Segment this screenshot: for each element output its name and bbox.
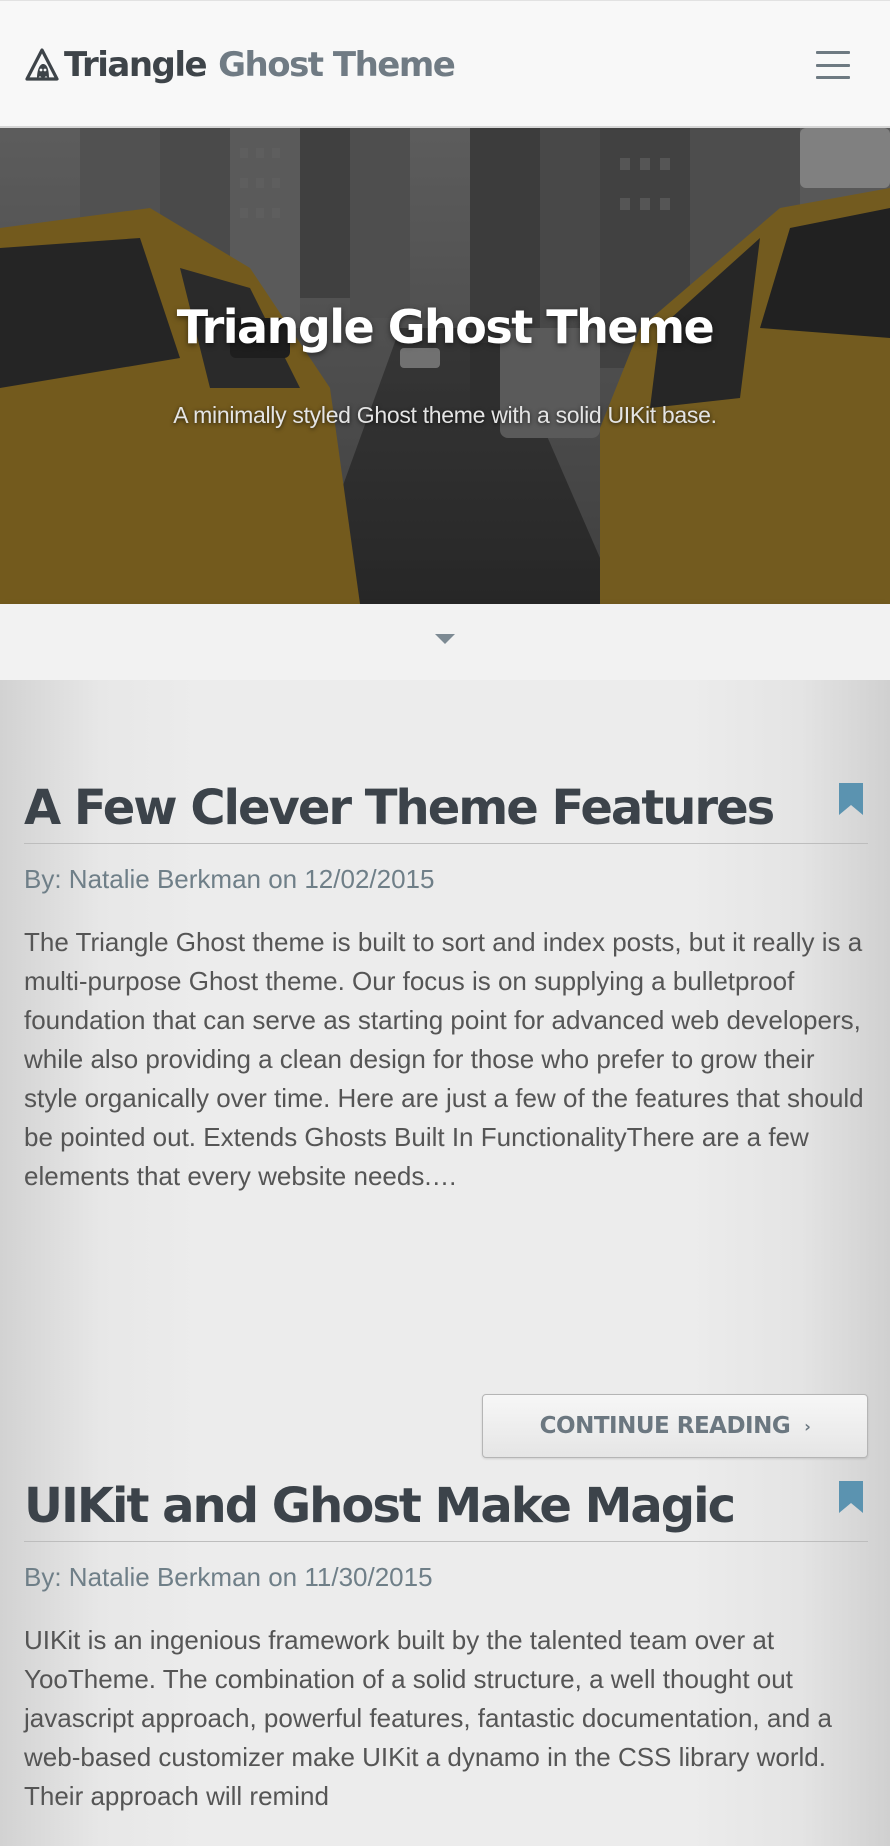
brand-secondary-text: Ghost Theme [218, 45, 456, 85]
scroll-down-bar [0, 604, 890, 680]
post-excerpt: UIKit is an ingenious framework built by… [24, 1625, 832, 1811]
hero-banner: Triangle Ghost Theme A minimally styled … [0, 128, 890, 604]
triangle-ghost-logo-icon [25, 48, 59, 81]
hero-title: Triangle Ghost Theme [176, 300, 715, 354]
bookmark-icon[interactable] [838, 1480, 864, 1514]
top-navbar: Triangle Ghost Theme [0, 0, 890, 128]
post-meta: By: Natalie Berkman on 12/02/2015 [24, 864, 435, 894]
post-card: UIKit and Ghost Make Magic By: Natalie B… [24, 1470, 868, 1816]
caret-down-icon[interactable] [435, 634, 455, 644]
brand-primary-text: Triangle [64, 45, 208, 85]
post-excerpt: The Triangle Ghost theme is built to sor… [24, 927, 864, 1191]
post-meta: By: Natalie Berkman on 11/30/2015 [24, 1562, 433, 1592]
post-title-link[interactable]: UIKit and Ghost Make Magic [24, 1470, 868, 1542]
post-card: A Few Clever Theme Features By: Natalie … [24, 772, 868, 1458]
continue-reading-label: CONTINUE READING [539, 1413, 791, 1439]
bookmark-icon[interactable] [838, 782, 864, 816]
post-list: A Few Clever Theme Features By: Natalie … [0, 680, 890, 1846]
brand-logo-link[interactable]: Triangle Ghost Theme [24, 41, 456, 89]
hamburger-menu-icon[interactable] [816, 51, 850, 79]
hero-overlay [0, 128, 890, 604]
hero-subtitle: A minimally styled Ghost theme with a so… [173, 402, 717, 428]
post-title-link[interactable]: A Few Clever Theme Features [24, 772, 868, 844]
continue-reading-button[interactable]: CONTINUE READING › [482, 1394, 868, 1458]
chevron-right-icon: › [804, 1416, 811, 1436]
